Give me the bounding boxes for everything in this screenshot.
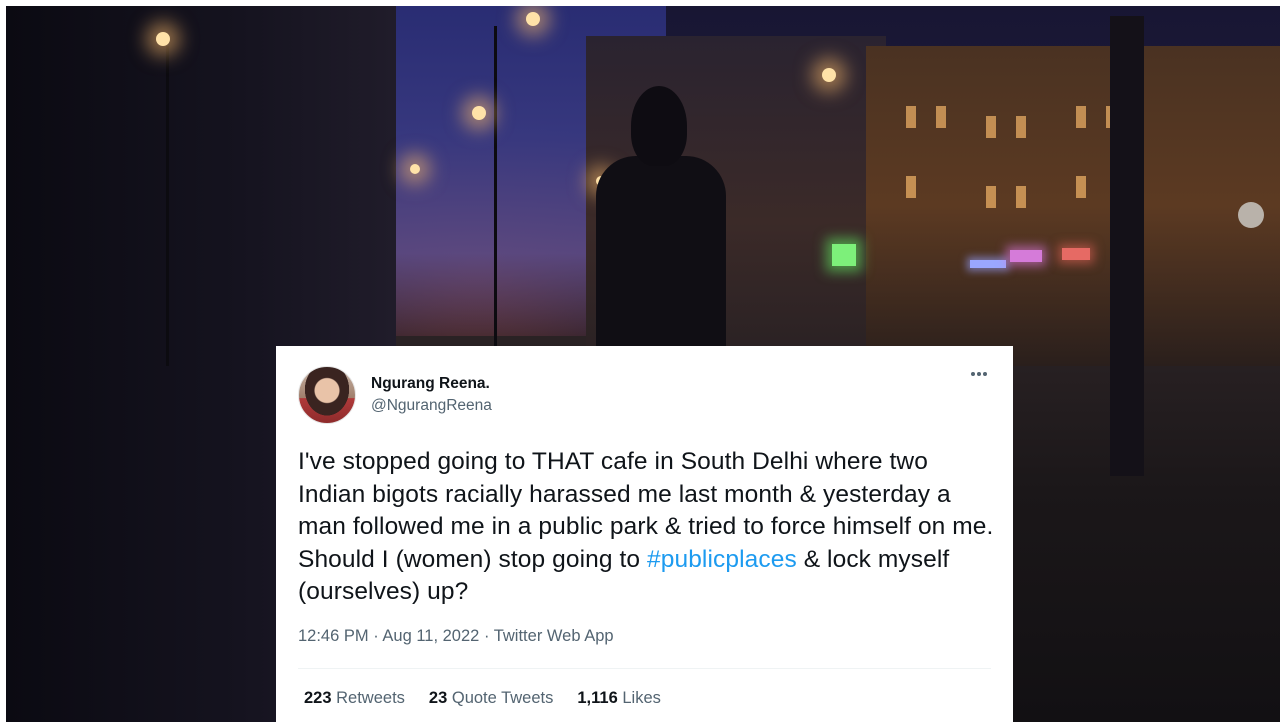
traffic-sign bbox=[1238, 202, 1264, 228]
neon-sign-pink bbox=[1010, 250, 1042, 262]
tweet-source[interactable]: Twitter Web App bbox=[494, 627, 614, 645]
more-horizontal-icon[interactable] bbox=[971, 372, 987, 376]
street-lamp bbox=[822, 68, 836, 82]
street-lamp bbox=[156, 32, 170, 46]
tweet-stats: 223 Retweets 23 Quote Tweets 1,116 Likes bbox=[298, 689, 991, 708]
street-pole bbox=[494, 26, 497, 356]
avatar[interactable] bbox=[298, 366, 356, 424]
street-lamp bbox=[526, 12, 540, 26]
foreground-post bbox=[1110, 16, 1144, 476]
neon-sign-blue bbox=[970, 260, 1006, 268]
tweet-date[interactable]: Aug 11, 2022 bbox=[382, 627, 479, 645]
retweets-stat[interactable]: 223 Retweets bbox=[304, 689, 405, 708]
likes-stat[interactable]: 1,116 Likes bbox=[577, 689, 661, 708]
neon-sign-green bbox=[832, 244, 856, 266]
quote-tweets-label: Quote Tweets bbox=[451, 688, 554, 707]
author-names: Ngurang Reena. @NgurangReena bbox=[371, 375, 492, 415]
tweet-meta: 12:46 PM · Aug 11, 2022 · Twitter Web Ap… bbox=[298, 627, 991, 646]
quote-tweets-stat[interactable]: 23 Quote Tweets bbox=[429, 689, 553, 708]
tweet-card: Ngurang Reena. @NgurangReena I've stoppe… bbox=[276, 346, 1013, 722]
hashtag-link[interactable]: #publicplaces bbox=[647, 546, 797, 573]
silhouette-figure bbox=[596, 86, 726, 356]
street-lamp bbox=[472, 106, 486, 120]
meta-separator: · bbox=[373, 626, 383, 645]
retweets-label: Retweets bbox=[336, 688, 405, 707]
neon-sign-red bbox=[1062, 248, 1090, 260]
tweet-time[interactable]: 12:46 PM bbox=[298, 627, 369, 645]
retweets-count: 223 bbox=[304, 688, 332, 707]
building-right bbox=[866, 46, 1280, 366]
street-lamp bbox=[410, 164, 420, 174]
tweet-header: Ngurang Reena. @NgurangReena bbox=[298, 366, 991, 424]
likes-count: 1,116 bbox=[577, 688, 618, 707]
author-handle[interactable]: @NgurangReena bbox=[371, 397, 492, 415]
author-display-name[interactable]: Ngurang Reena. bbox=[371, 375, 492, 393]
tweet-text: I've stopped going to THAT cafe in South… bbox=[298, 446, 998, 609]
meta-separator: · bbox=[483, 626, 494, 645]
divider bbox=[298, 667, 991, 669]
likes-label: Likes bbox=[622, 688, 661, 707]
street-pole bbox=[166, 46, 169, 366]
quote-tweets-count: 23 bbox=[428, 688, 448, 707]
